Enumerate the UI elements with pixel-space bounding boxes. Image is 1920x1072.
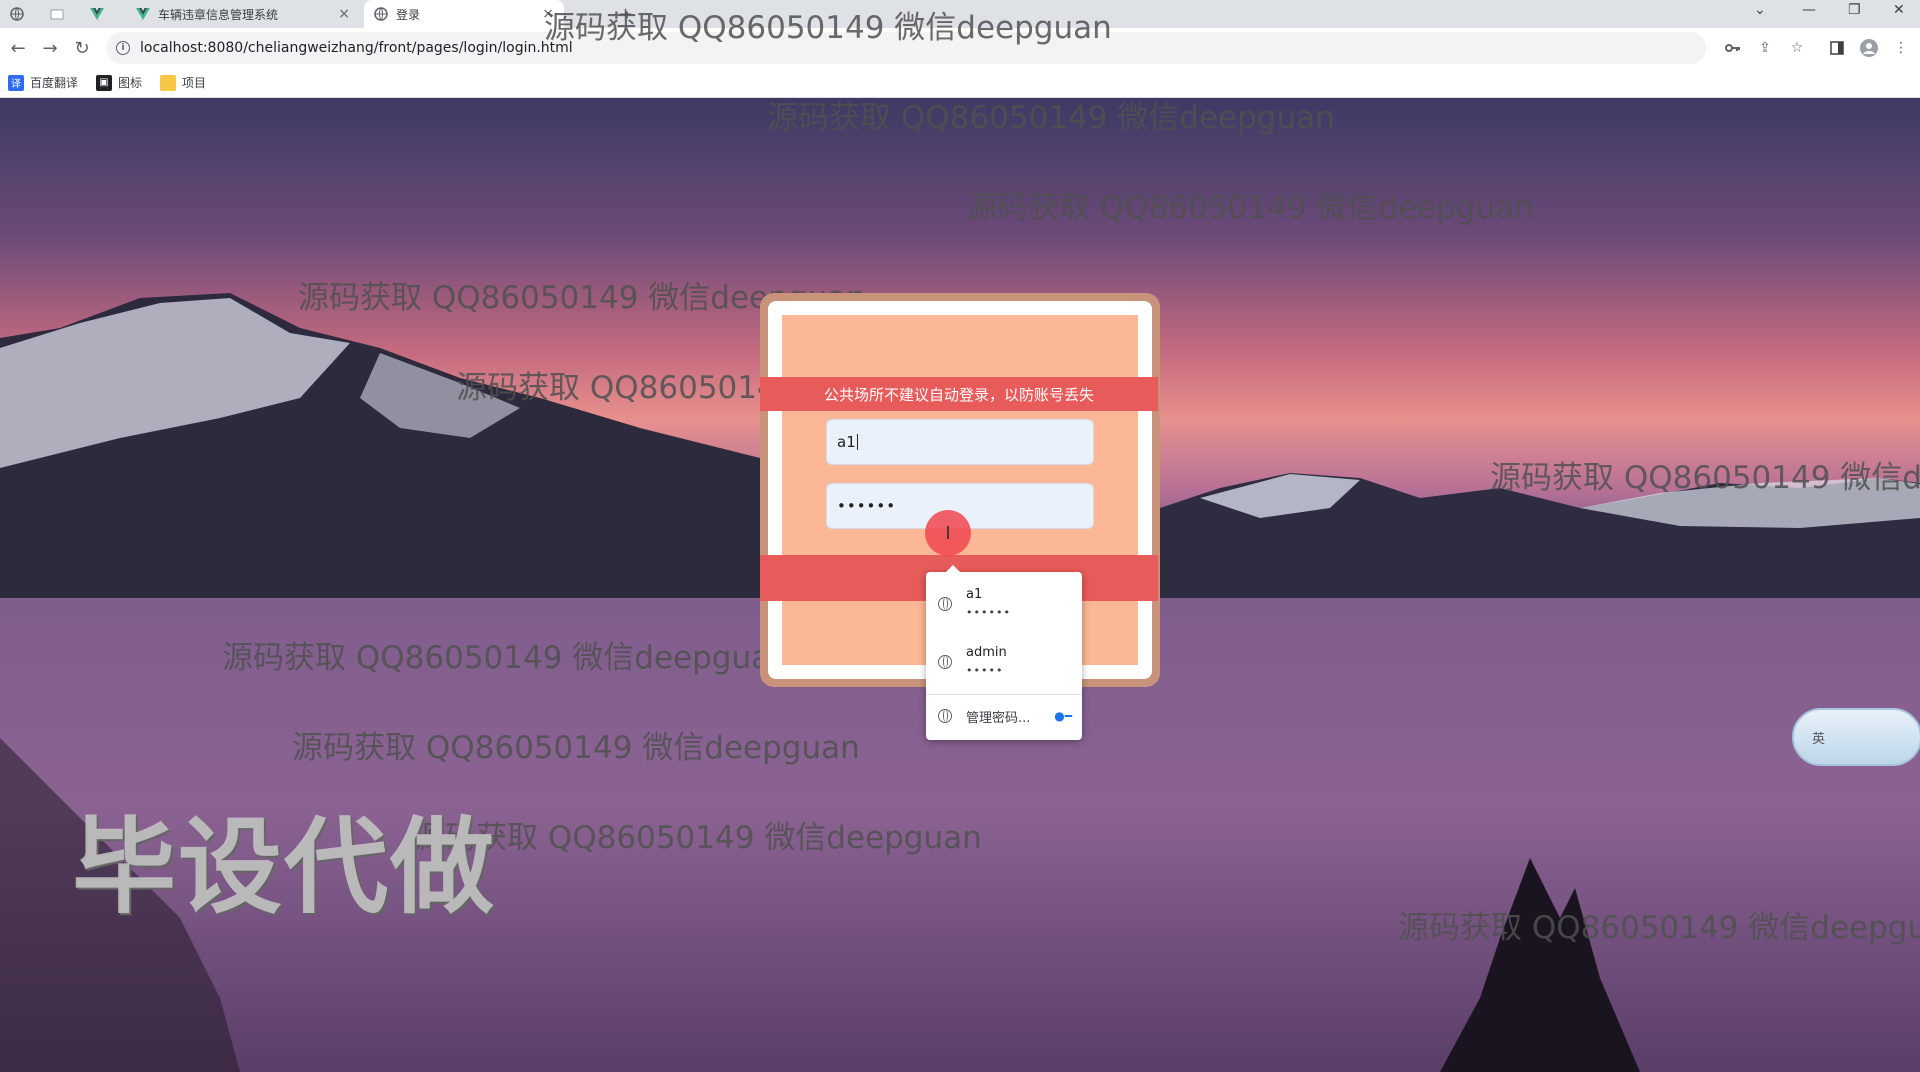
username-value: a1 [837, 433, 856, 451]
forward-icon[interactable]: → [38, 36, 62, 60]
site-info-icon[interactable]: i [116, 41, 130, 55]
pinned-tab[interactable] [86, 0, 116, 28]
username-input[interactable]: a1 [826, 419, 1094, 465]
ime-mode-label: 英 [1812, 731, 1826, 747]
ime-widget[interactable]: 英 [1792, 708, 1920, 766]
profile-avatar-icon[interactable] [1858, 37, 1880, 59]
bookmark-label: 百度翻译 [30, 76, 79, 90]
bookmark-label: 项目 [182, 76, 207, 90]
password-autofill-dropdown: a1 •••••• admin ••••• 管理密码... ●━ [926, 565, 1082, 740]
watermark-text: 源码获取 QQ86050149 微信deepguan [767, 100, 1335, 136]
autofill-username: admin [966, 645, 1007, 660]
key-icon: ●━ [1054, 709, 1072, 723]
star-icon[interactable]: ☆ [1786, 37, 1808, 59]
minimize-icon[interactable]: — [1802, 2, 1816, 18]
watermark-text: 源码获取 QQ86050149 微信deepguan [1398, 910, 1920, 946]
watermark-stamp: 毕设代做 [72, 806, 497, 928]
share-icon[interactable]: ⇪ [1754, 37, 1776, 59]
reload-icon[interactable]: ↻ [70, 36, 94, 60]
image-icon: ▣ [96, 74, 113, 91]
restore-icon[interactable]: ❐ [1848, 2, 1861, 18]
text-cursor-icon: I [945, 522, 951, 544]
cursor-highlight: I [925, 510, 971, 556]
pinned-tab[interactable] [6, 0, 36, 28]
globe-icon [10, 7, 24, 21]
autofill-password: •••••• [966, 606, 1011, 619]
watermark-text: 源码获取 QQ86050149 微信deepguan [222, 640, 790, 676]
password-value: •••••• [837, 497, 897, 515]
bookmarks-bar: 译 百度翻译 ▣ 图标 项目 [0, 68, 1920, 98]
vue-logo-icon [90, 8, 104, 20]
tab-label: 车辆违章信息管理系统 [158, 7, 279, 22]
url-text: localhost:8080/cheliangweizhang/front/pa… [140, 40, 573, 56]
manage-passwords-item[interactable]: 管理密码... ●━ [926, 694, 1082, 738]
bookmark-baidu-translate[interactable]: 译 百度翻译 [8, 74, 78, 91]
autofill-password: ••••• [966, 664, 1004, 677]
side-panel-icon[interactable] [1826, 37, 1848, 59]
watermark-text: 源码获取 QQ86050149 微信deepguan [414, 820, 982, 856]
auto-login-notice: 公共场所不建议自动登录，以防账号丢失 [760, 377, 1158, 411]
close-icon[interactable]: × [338, 6, 350, 22]
key-icon[interactable] [1722, 37, 1744, 59]
window-close-icon[interactable]: ✕ [1893, 2, 1905, 18]
globe-icon [938, 597, 952, 611]
back-icon[interactable]: ← [6, 36, 30, 60]
bookmark-label: 图标 [118, 76, 143, 90]
tab-vehicle-system[interactable]: 车辆违章信息管理系统 × [126, 0, 360, 28]
globe-icon [938, 655, 952, 669]
watermark-text: 源码获取 QQ86050149 微信deepguan [292, 730, 860, 766]
bookmark-icons[interactable]: ▣ 图标 [96, 74, 142, 91]
watermark-text: 源码获取 QQ86050149 微信deepguan [966, 190, 1534, 226]
vue-logo-icon [136, 8, 150, 20]
watermark-text: 源码获取 QQ86050149 微信deepguan [544, 10, 1112, 46]
globe-icon [374, 7, 388, 21]
tab-login[interactable]: 登录 × [364, 0, 564, 28]
chrome-icon [938, 709, 952, 723]
autofill-item[interactable]: admin ••••• [926, 634, 1082, 690]
kebab-menu-icon[interactable]: ⋮ [1890, 37, 1912, 59]
blank-page-icon [50, 9, 64, 20]
autofill-username: a1 [966, 587, 983, 602]
pinned-tab[interactable] [46, 0, 76, 28]
manage-passwords-label: 管理密码... [966, 710, 1031, 726]
autofill-item[interactable]: a1 •••••• [926, 576, 1082, 632]
folder-icon [160, 74, 177, 91]
tab-search-chevron-icon[interactable]: ⌄ [1754, 2, 1766, 18]
translate-icon: 译 [8, 74, 24, 91]
bookmark-project-folder[interactable]: 项目 [160, 74, 206, 91]
tab-label: 登录 [396, 7, 421, 22]
text-caret [856, 434, 858, 450]
watermark-text: 源码获取 QQ86050149 微信deepguan [1490, 460, 1920, 496]
